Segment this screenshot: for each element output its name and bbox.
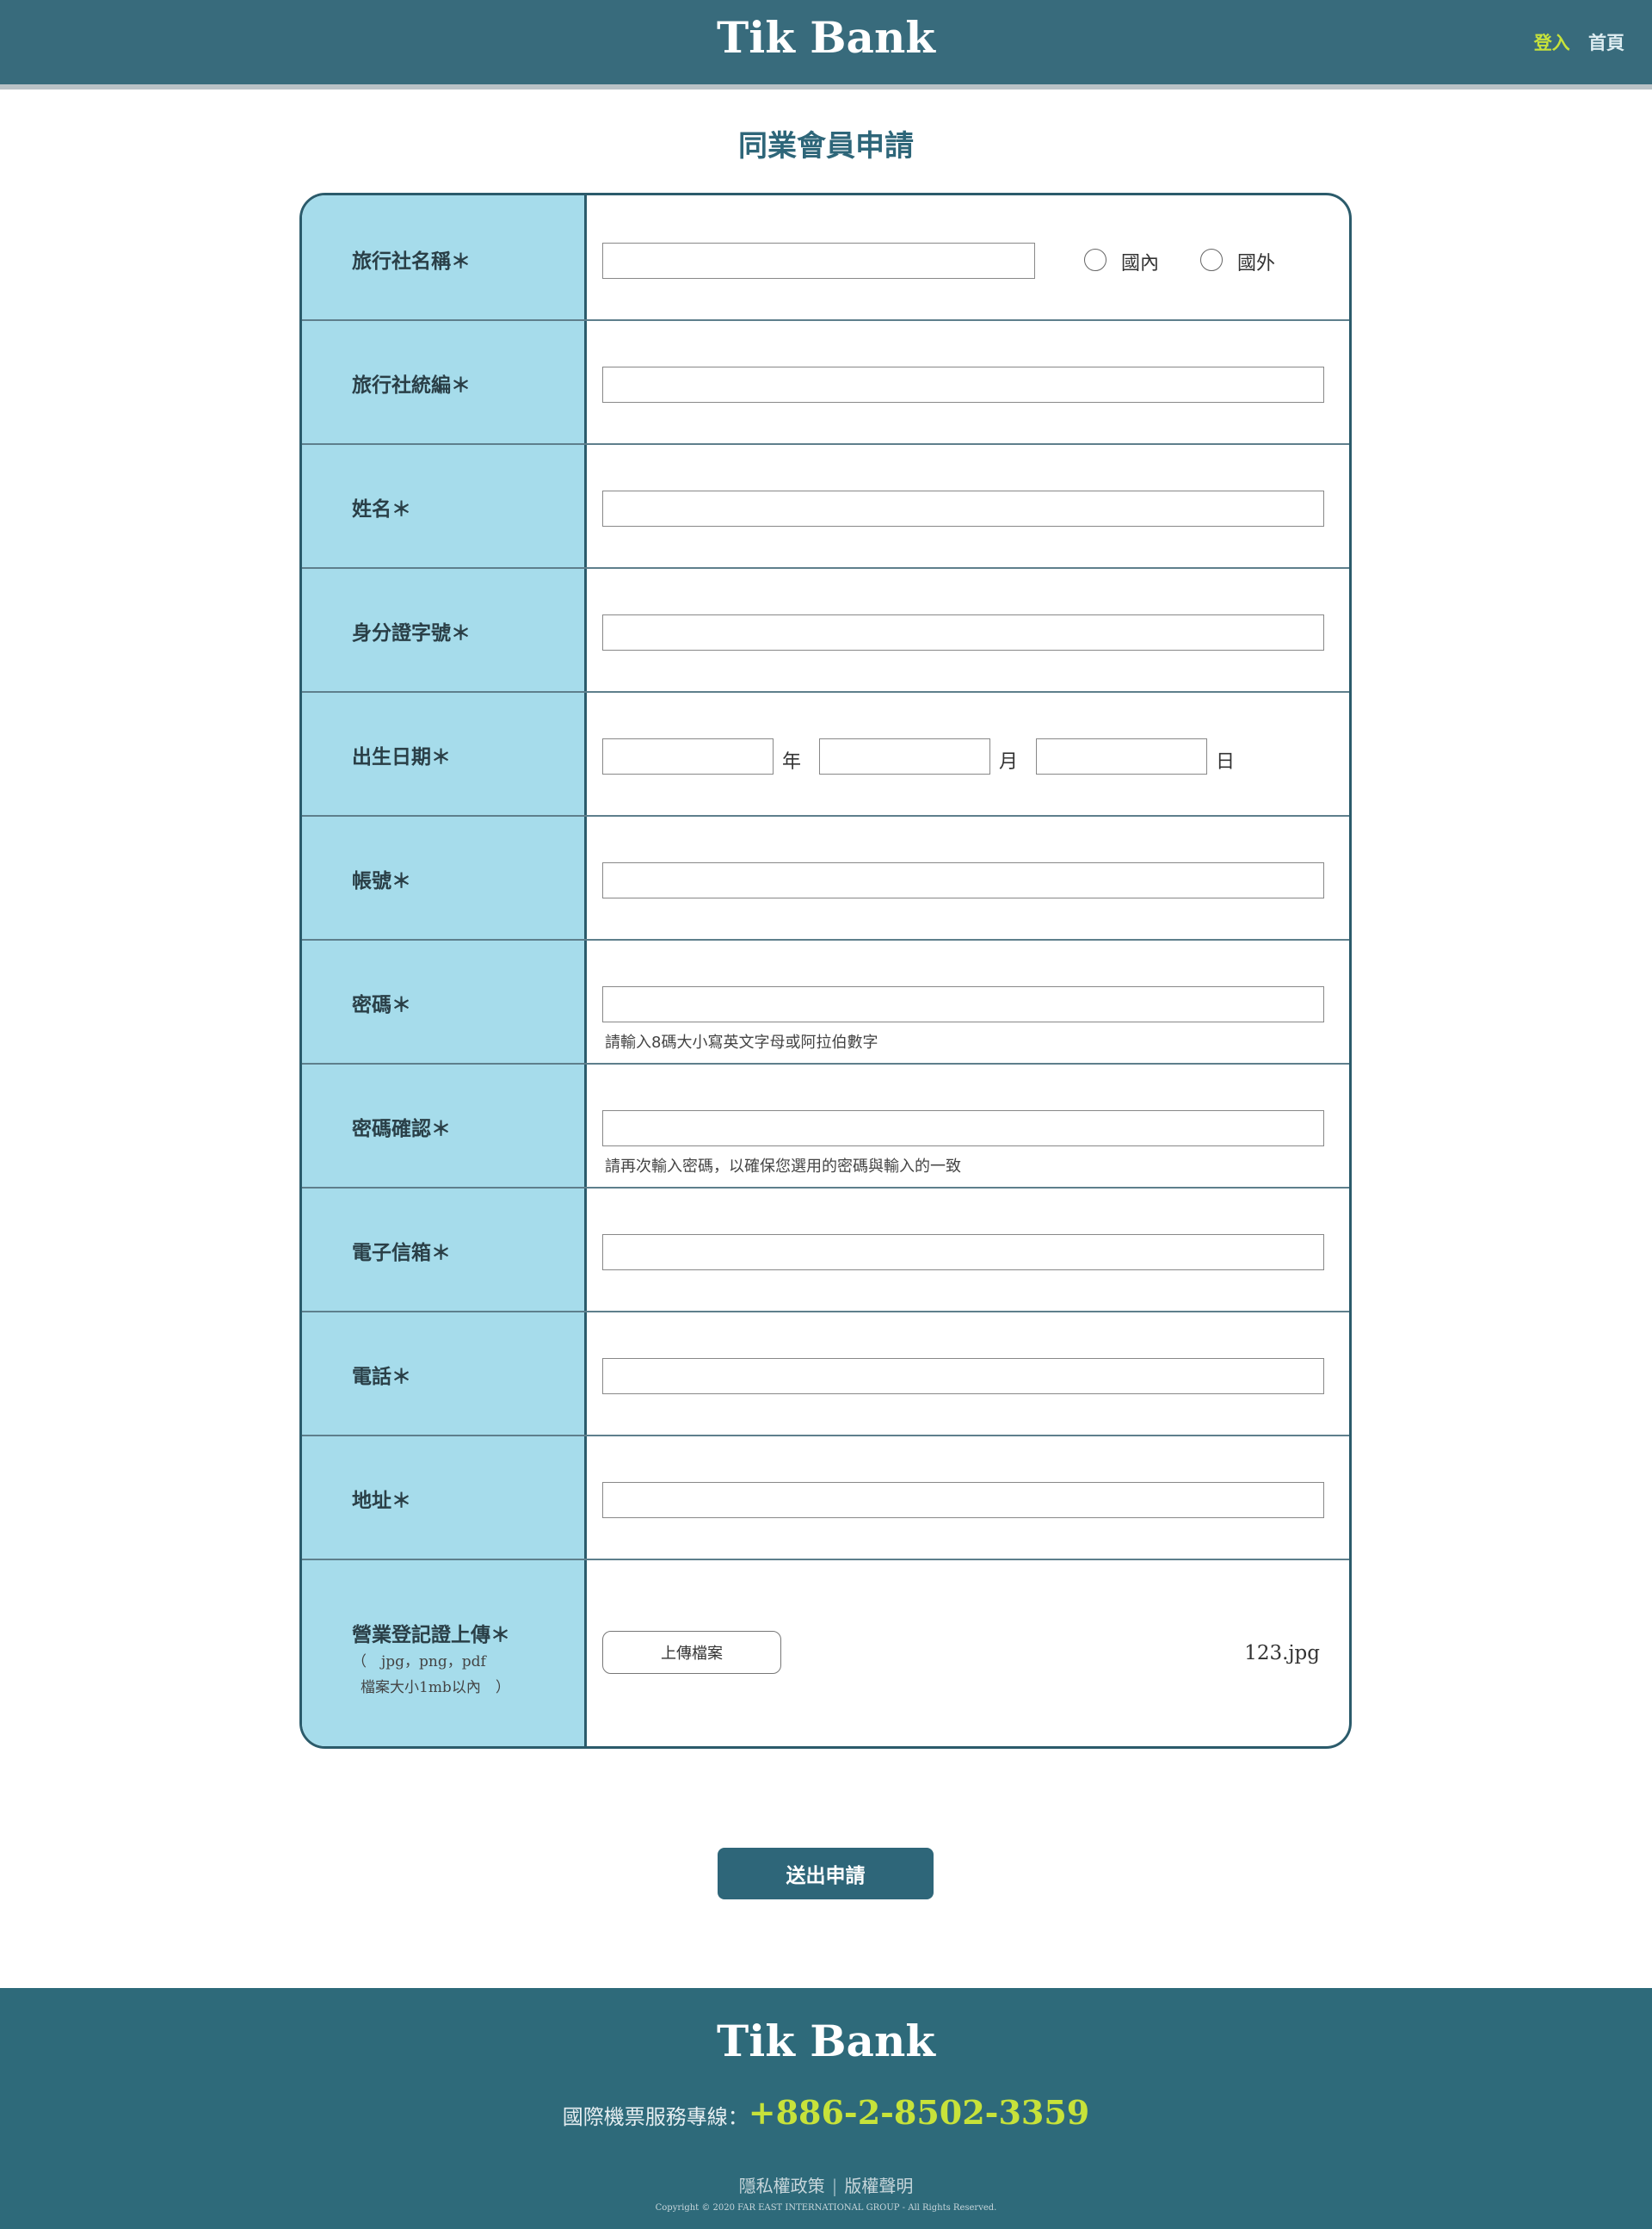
row-divider bbox=[302, 1559, 1349, 1560]
agency-tax-id-input[interactable] bbox=[602, 367, 1324, 403]
password-confirm-input[interactable] bbox=[602, 1110, 1324, 1146]
day-unit: 日 bbox=[1216, 751, 1236, 773]
password-input[interactable] bbox=[602, 986, 1324, 1022]
birth-year-input[interactable] bbox=[602, 738, 774, 775]
copyright-statement-link[interactable]: 版權聲明 bbox=[844, 2176, 913, 2196]
birthday-label: 出生日期＊ bbox=[352, 746, 451, 769]
phone-input[interactable] bbox=[602, 1358, 1324, 1394]
agency-name-label: 旅行社名稱＊ bbox=[352, 250, 471, 273]
submit-application-button[interactable]: 送出申請 bbox=[718, 1848, 934, 1899]
account-label: 帳號＊ bbox=[352, 870, 411, 892]
name-label: 姓名＊ bbox=[352, 498, 411, 521]
brand-logo[interactable]: Tik Bank bbox=[0, 12, 1652, 63]
upload-format-note: （ jpg，png，pdf bbox=[352, 1653, 486, 1670]
email-label: 電子信箱＊ bbox=[352, 1242, 451, 1264]
footer-link-separator: | bbox=[831, 2176, 838, 2196]
upload-file-button[interactable]: 上傳檔案 bbox=[602, 1631, 781, 1674]
address-label: 地址＊ bbox=[352, 1490, 411, 1512]
application-form: 旅行社名稱＊ 國內 國外 旅行社統編＊ 姓名＊ 身分證字號＊ 出生日期＊ 年 月… bbox=[299, 193, 1352, 1749]
row-divider bbox=[302, 691, 1349, 693]
row-divider bbox=[302, 443, 1349, 445]
footer-links: 隱私權政策 | 版權聲明 bbox=[0, 2172, 1652, 2197]
column-divider bbox=[584, 195, 587, 1746]
login-link[interactable]: 登入 bbox=[1534, 33, 1570, 53]
phone-label: 電話＊ bbox=[352, 1366, 411, 1388]
label-column bbox=[302, 195, 584, 1746]
radio-domestic-label: 國內 bbox=[1121, 253, 1160, 275]
name-input[interactable] bbox=[602, 491, 1324, 527]
account-input[interactable] bbox=[602, 862, 1324, 898]
password-hint: 請輸入8碼大小寫英文字母或阿拉伯數字 bbox=[605, 1034, 878, 1052]
address-input[interactable] bbox=[602, 1482, 1324, 1518]
birth-month-input[interactable] bbox=[819, 738, 990, 775]
footer-brand-logo: Tik Bank bbox=[717, 2016, 935, 2066]
hotline-number[interactable]: +886-2-8502-3359 bbox=[749, 2093, 1089, 2132]
id-number-label: 身分證字號＊ bbox=[352, 622, 471, 645]
row-divider bbox=[302, 939, 1349, 941]
email-input[interactable] bbox=[602, 1234, 1324, 1270]
upload-label: 營業登記證上傳＊ bbox=[352, 1624, 510, 1646]
radio-foreign-label: 國外 bbox=[1237, 253, 1276, 275]
id-number-input[interactable] bbox=[602, 614, 1324, 651]
home-link[interactable]: 首頁 bbox=[1588, 33, 1624, 53]
copyright-text: Copyright © 2020 FAR EAST INTERNATIONAL … bbox=[655, 2203, 997, 2213]
password-confirm-label: 密碼確認＊ bbox=[352, 1118, 451, 1140]
row-divider bbox=[302, 1187, 1349, 1189]
row-divider bbox=[302, 1311, 1349, 1312]
top-nav: 登入 首頁 bbox=[1534, 29, 1624, 55]
password-label: 密碼＊ bbox=[352, 994, 411, 1016]
radio-foreign[interactable] bbox=[1200, 249, 1223, 271]
uploaded-file-name: 123.jpg bbox=[1244, 1642, 1320, 1664]
privacy-policy-link[interactable]: 隱私權政策 bbox=[739, 2176, 825, 2196]
row-divider bbox=[302, 567, 1349, 569]
radio-domestic[interactable] bbox=[1084, 249, 1106, 271]
row-divider bbox=[302, 1063, 1349, 1065]
month-unit: 月 bbox=[999, 751, 1019, 773]
birth-day-input[interactable] bbox=[1036, 738, 1207, 775]
header-divider bbox=[0, 84, 1652, 90]
upload-size-note: 檔案大小1mb以內 ） bbox=[361, 1679, 510, 1696]
row-divider bbox=[302, 815, 1349, 817]
year-unit: 年 bbox=[782, 751, 802, 773]
hotline-label: 國際機票服務專線： bbox=[562, 2105, 749, 2129]
page-title: 同業會員申請 bbox=[738, 129, 914, 164]
hotline: 國際機票服務專線：+886-2-8502-3359 bbox=[0, 2093, 1652, 2132]
agency-tax-id-label: 旅行社統編＊ bbox=[352, 374, 471, 397]
agency-name-input[interactable] bbox=[602, 243, 1035, 279]
password-confirm-hint: 請再次輸入密碼，以確保您選用的密碼與輸入的一致 bbox=[605, 1158, 961, 1176]
row-divider bbox=[302, 1435, 1349, 1436]
row-divider bbox=[302, 319, 1349, 321]
